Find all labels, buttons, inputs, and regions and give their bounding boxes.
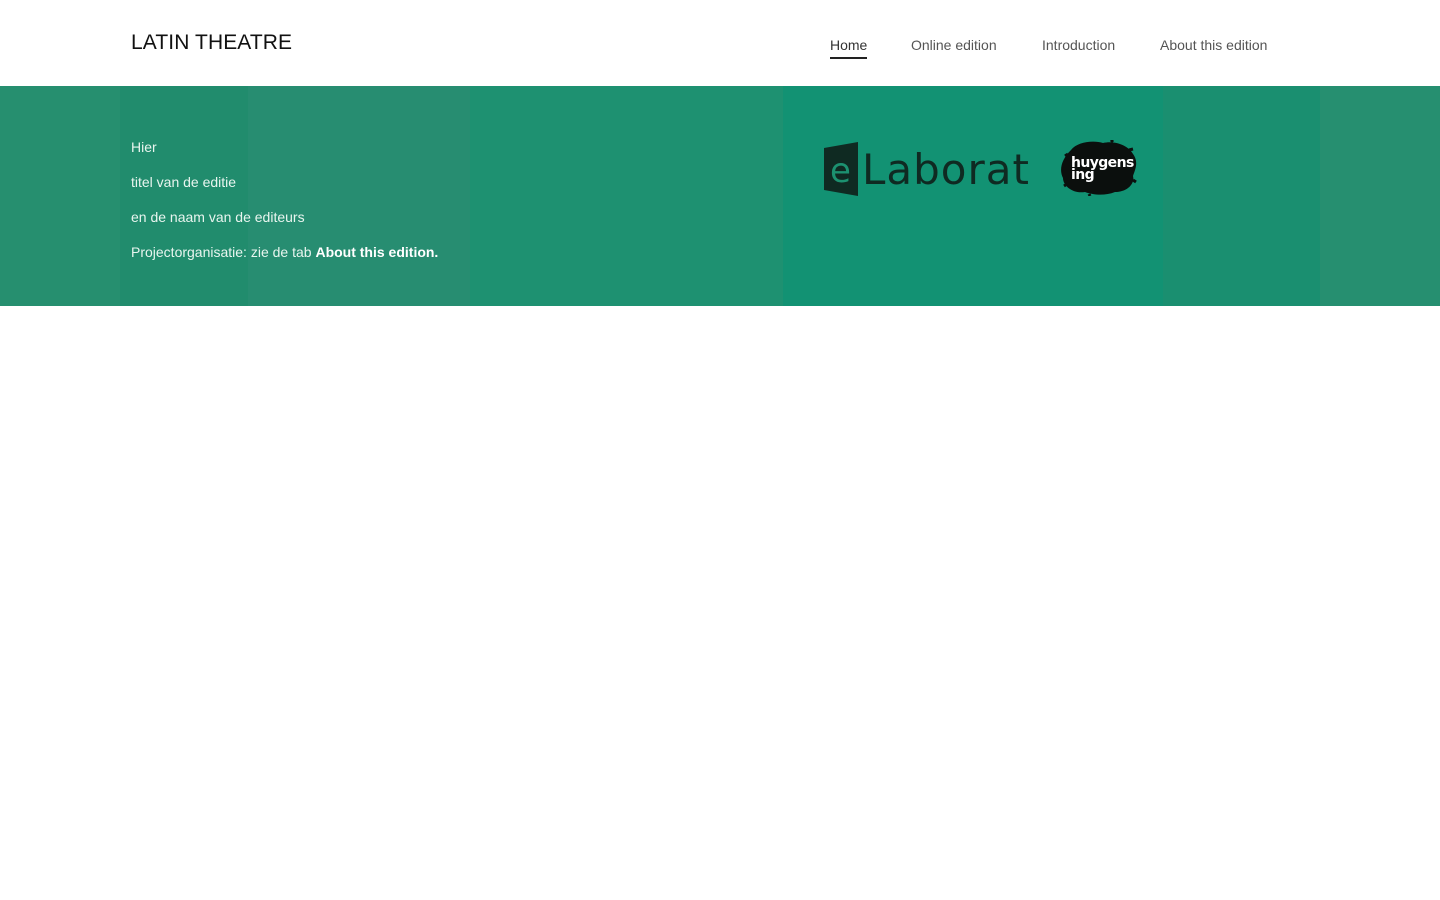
elaborate-logo-text: Laborate — [862, 145, 1032, 194]
banner-intro-text: Hier titel van de editie en de naam van … — [131, 138, 438, 278]
banner-band — [0, 86, 120, 306]
elaborate-logo-initial: e — [830, 151, 851, 191]
banner-band — [470, 86, 783, 306]
huygens-logo-line2: ing — [1071, 167, 1094, 183]
nav-item-online-edition[interactable]: Online edition — [911, 36, 997, 54]
nav-item-introduction[interactable]: Introduction — [1042, 36, 1115, 54]
project-organisation-label: Projectorganisatie: zie de tab — [131, 244, 316, 260]
nav-item-about-this-edition[interactable]: About this edition — [1160, 36, 1267, 54]
banner-line-1: Hier — [131, 139, 157, 155]
site-header: LATIN THEATRE Home Online edition Introd… — [0, 0, 1440, 86]
huygens-ing-logo[interactable]: huygens ing — [1059, 140, 1137, 196]
main-nav: Home Online edition Introduction About t… — [0, 36, 1440, 66]
banner-band — [1163, 86, 1320, 306]
nav-item-home[interactable]: Home — [830, 36, 868, 59]
banner-line-3: en de naam van de editeurs — [131, 209, 305, 225]
banner-line-4: Projectorganisatie: zie de tab About thi… — [131, 243, 438, 261]
banner-band — [1320, 86, 1440, 306]
hero-banner: Hier titel van de editie en de naam van … — [0, 86, 1440, 306]
banner-band — [783, 86, 1163, 306]
about-edition-link[interactable]: About this edition. — [315, 244, 438, 260]
elaborate-logo[interactable]: e Laborate — [822, 142, 1032, 196]
banner-line-2: titel van de editie — [131, 174, 237, 190]
